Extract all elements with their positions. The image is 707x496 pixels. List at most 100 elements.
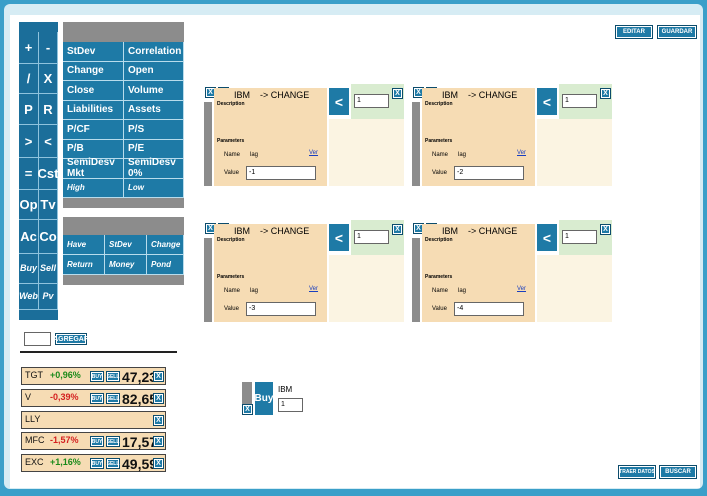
metric-button[interactable]: P/B [63, 139, 124, 159]
metric-button[interactable]: Open [124, 61, 184, 81]
card-drag-handle[interactable] [412, 102, 420, 186]
search-button[interactable]: BUSCAR [659, 465, 697, 479]
operator-button-13[interactable]: Co [39, 220, 58, 254]
close-step-button[interactable]: X [600, 224, 611, 235]
sell-button[interactable]: SELL [106, 436, 120, 447]
close-step-button[interactable]: X [392, 224, 403, 235]
metric-button[interactable]: Close [63, 81, 124, 101]
next-value-input[interactable]: 1 [562, 230, 597, 244]
card-operation: -> CHANGE [468, 90, 518, 100]
next-value-input[interactable]: 1 [562, 94, 597, 108]
sell-button[interactable]: SELL [106, 393, 120, 404]
close-step-button[interactable]: X [600, 88, 611, 99]
ver-link[interactable]: Ver [309, 286, 318, 292]
remove-button[interactable]: X [153, 393, 164, 404]
operator-button-6[interactable]: > [19, 125, 39, 158]
sell-button[interactable]: SELL [106, 458, 120, 469]
buy-button[interactable]: BUY [90, 436, 104, 447]
formula-card: XXIBM-> CHANGEDescriptionParametersNamel… [412, 220, 612, 322]
last-price: 17,57 [122, 434, 158, 450]
metric-button[interactable]: SemiDesv Mkt [63, 157, 124, 179]
card-slot [329, 119, 404, 186]
operator-button-2[interactable]: / [19, 64, 39, 94]
fetch-data-button[interactable]: TRAER DATOS [618, 465, 656, 479]
operator-button-15[interactable]: Sell [39, 254, 58, 284]
metric-button[interactable]: SemiDesv 0% [124, 157, 184, 179]
operator-button-17[interactable]: Pv [39, 284, 58, 310]
operator-button-12[interactable]: Ac [19, 220, 39, 254]
param-value-input[interactable]: -2 [454, 166, 524, 180]
operator-button-5[interactable]: R [39, 94, 58, 125]
save-button[interactable]: GUARDAR [657, 25, 697, 39]
portfolio-metric-button[interactable]: Pond [147, 255, 184, 275]
portfolio-metric-button[interactable]: Money [105, 255, 147, 275]
operator-button-4[interactable]: P [19, 94, 39, 125]
portfolio-metric-button[interactable]: Return [63, 255, 105, 275]
description-label: Description [425, 237, 453, 243]
portfolio-metric-button[interactable]: Have [63, 235, 105, 255]
operator-button-14[interactable]: Buy [19, 254, 39, 284]
param-name-value: lag [250, 152, 259, 158]
metric-button[interactable]: Change [63, 61, 124, 81]
ver-link[interactable]: Ver [517, 286, 526, 292]
metric-button[interactable]: Liabilities [63, 100, 124, 120]
operator-button-11[interactable]: Tv [39, 190, 58, 220]
add-button[interactable]: AGREGAR [53, 333, 89, 345]
card-drag-handle[interactable] [204, 238, 212, 322]
buy-close-button[interactable]: X [242, 404, 253, 415]
card-operation: -> CHANGE [260, 226, 310, 236]
metric-button[interactable]: Correlation [124, 42, 184, 62]
back-arrow-button[interactable]: < [537, 224, 557, 251]
ticker-symbol: LLY [25, 414, 41, 424]
next-value-input[interactable]: 1 [354, 230, 389, 244]
operator-button-9[interactable]: Cst [38, 158, 58, 190]
remove-button[interactable]: X [153, 415, 164, 426]
buy-order-button[interactable]: Buy [255, 382, 273, 415]
param-value-input[interactable]: -4 [454, 302, 524, 316]
portfolio-metric-button[interactable]: Change [147, 235, 184, 255]
metric-button[interactable]: P/CF [63, 120, 124, 140]
operator-button-16[interactable]: Web [19, 284, 39, 310]
metric-button[interactable]: P/S [124, 120, 184, 140]
operator-button-7[interactable]: < [39, 125, 58, 158]
card-drag-handle[interactable] [204, 102, 212, 186]
card-slot [537, 255, 612, 322]
operator-button-3[interactable]: X [39, 64, 58, 94]
description-label: Description [217, 237, 245, 243]
operator-button-0[interactable]: + [19, 32, 39, 64]
buy-button[interactable]: BUY [90, 458, 104, 469]
metrics-footer [63, 198, 184, 208]
back-arrow-button[interactable]: < [329, 224, 349, 251]
close-step-button[interactable]: X [392, 88, 403, 99]
operator-button-10[interactable]: Op [19, 190, 39, 220]
metric-button[interactable]: Volume [124, 81, 184, 101]
param-value-input[interactable]: -1 [246, 166, 316, 180]
back-arrow-button[interactable]: < [329, 88, 349, 115]
ticker-input[interactable] [24, 332, 51, 346]
buy-quantity-input[interactable]: 1 [278, 398, 303, 412]
watchlist-row: MFC -1,57% BUY SELL 17,57 X [21, 432, 166, 450]
param-value-input[interactable]: -3 [246, 302, 316, 316]
metric-button[interactable]: StDev [63, 42, 124, 62]
metric-button[interactable]: High [63, 178, 124, 198]
next-value-input[interactable]: 1 [354, 94, 389, 108]
card-ticker: IBM [442, 90, 459, 100]
operator-button-1[interactable]: - [39, 32, 58, 64]
remove-button[interactable]: X [153, 371, 164, 382]
metric-button[interactable]: Low [124, 178, 184, 198]
back-arrow-button[interactable]: < [537, 88, 557, 115]
buy-button[interactable]: BUY [90, 393, 104, 404]
ver-link[interactable]: Ver [517, 150, 526, 156]
buy-button[interactable]: BUY [90, 371, 104, 382]
operator-button-8[interactable]: = [19, 158, 39, 190]
remove-button[interactable]: X [153, 458, 164, 469]
metric-button[interactable]: P/E [124, 139, 184, 159]
ver-link[interactable]: Ver [309, 150, 318, 156]
remove-button[interactable]: X [153, 436, 164, 447]
card-drag-handle[interactable] [412, 238, 420, 322]
watchlist-row: LLY X [21, 411, 166, 429]
portfolio-metric-button[interactable]: StDev [105, 235, 147, 255]
edit-button[interactable]: EDITAR [615, 25, 653, 39]
sell-button[interactable]: SELL [106, 371, 120, 382]
metric-button[interactable]: Assets [124, 100, 184, 120]
